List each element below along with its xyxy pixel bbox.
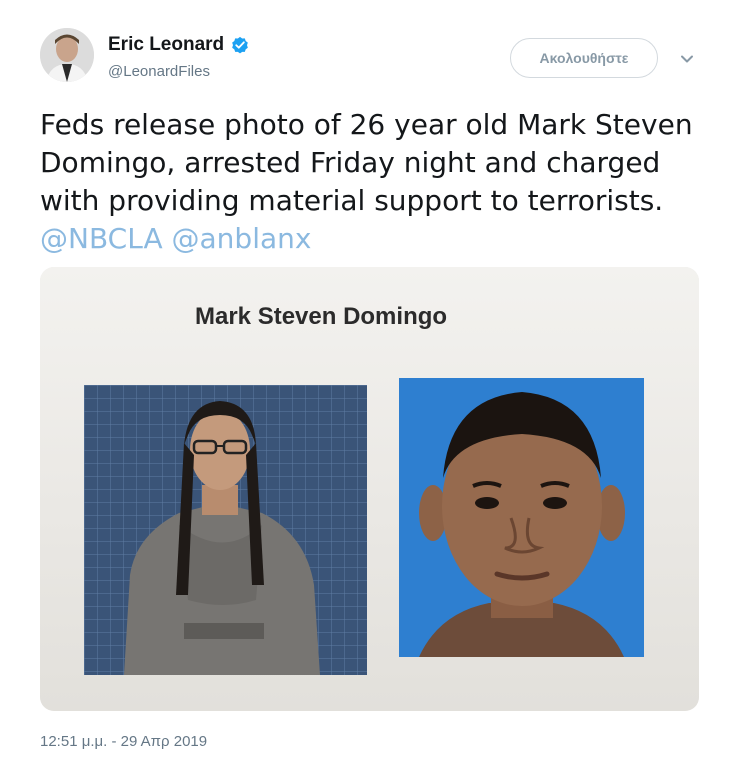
display-name[interactable]: Eric Leonard bbox=[108, 34, 224, 56]
chevron-down-icon[interactable] bbox=[678, 50, 696, 68]
verified-badge-icon bbox=[232, 36, 248, 54]
tweet-media-image[interactable]: Mark Steven Domingo bbox=[40, 267, 699, 711]
tweet: Eric Leonard @LeonardFiles Ακολουθήστε F… bbox=[0, 0, 735, 760]
photo-right bbox=[399, 378, 644, 657]
name-row: Eric Leonard bbox=[108, 34, 250, 56]
photo-left bbox=[84, 385, 367, 675]
timestamp[interactable]: 12:51 μ.μ. - 29 Απρ 2019 bbox=[40, 733, 207, 750]
mention-link[interactable]: @NBCLA bbox=[40, 222, 163, 255]
avatar[interactable] bbox=[40, 28, 94, 82]
profile-photo-icon bbox=[40, 28, 94, 82]
tweet-text: Feds release photo of 26 year old Mark S… bbox=[40, 106, 700, 258]
person-photo-icon bbox=[84, 385, 367, 675]
mention-link[interactable]: @anblanx bbox=[172, 222, 312, 255]
person-photo-icon bbox=[399, 378, 644, 657]
follow-button[interactable]: Ακολουθήστε bbox=[510, 38, 658, 78]
tweet-body: Feds release photo of 26 year old Mark S… bbox=[40, 108, 693, 217]
user-handle[interactable]: @LeonardFiles bbox=[108, 63, 210, 80]
document-title: Mark Steven Domingo bbox=[195, 303, 448, 330]
